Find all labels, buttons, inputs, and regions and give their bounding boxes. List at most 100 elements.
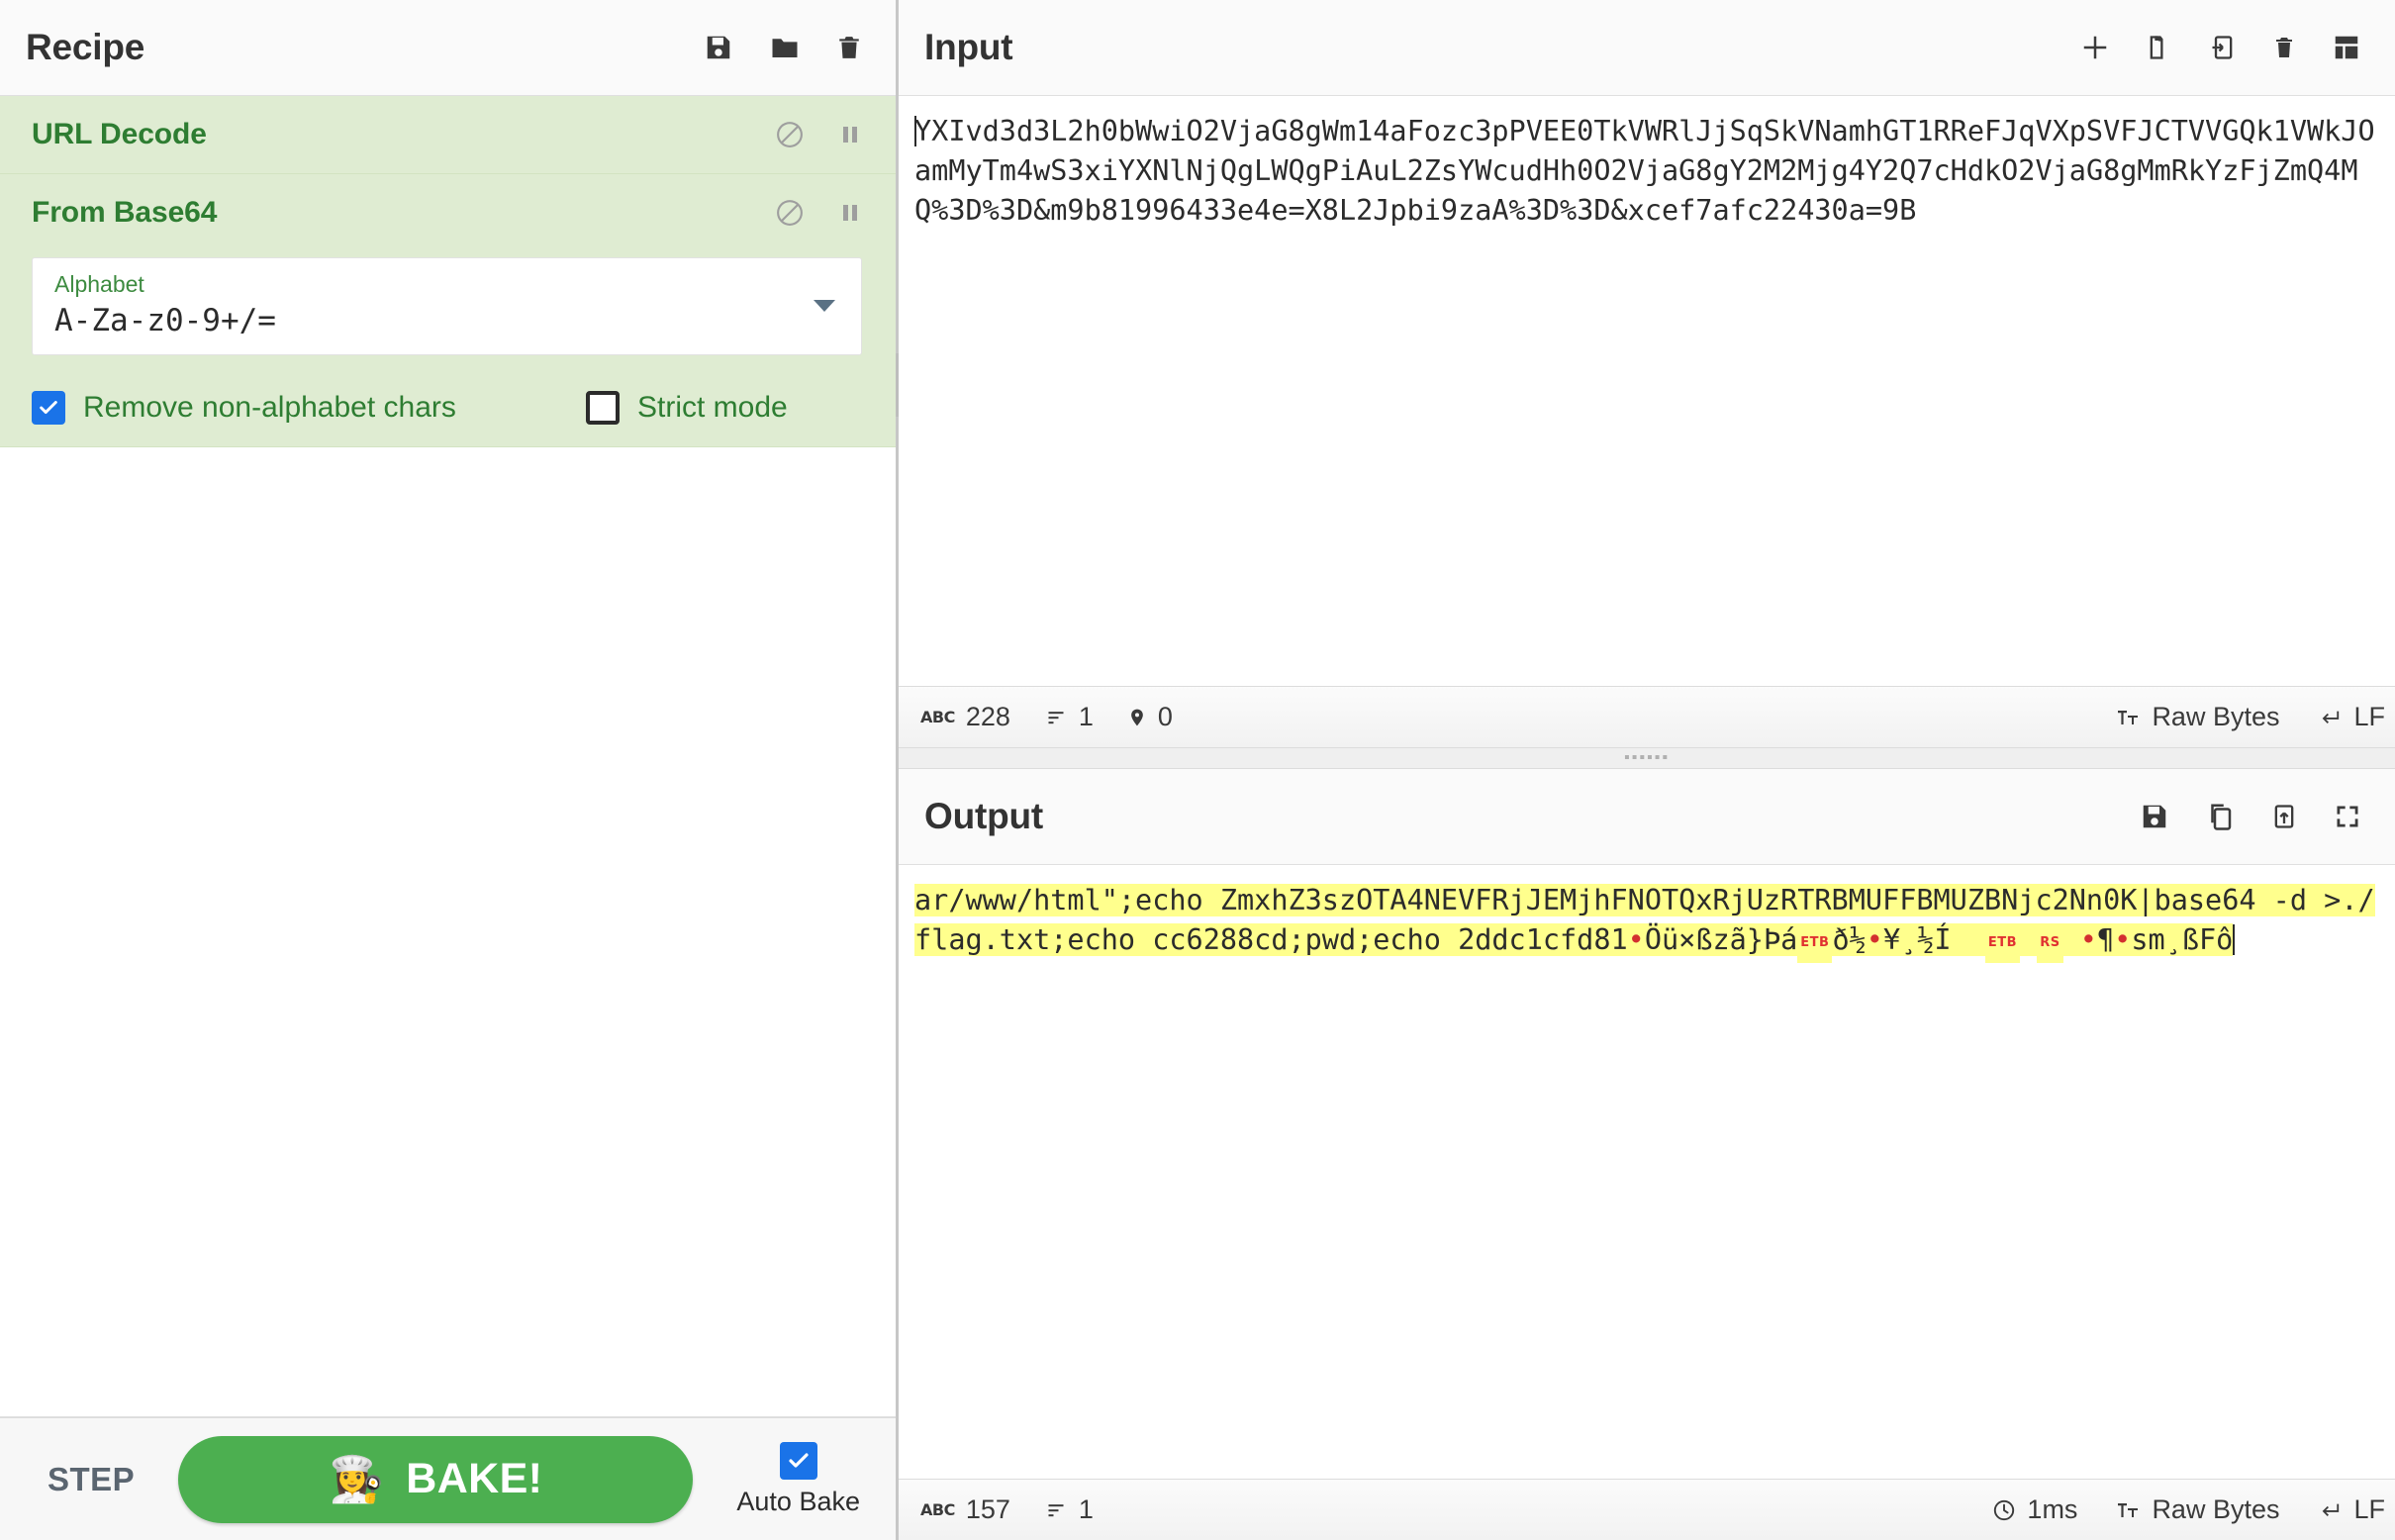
checkbox-unchecked-icon[interactable] — [586, 390, 620, 425]
cyberchef-app: Recipe URL Decode From Base64 Alphabet A… — [0, 0, 2395, 1540]
maximise-output-icon[interactable] — [2334, 803, 2361, 830]
output-line-ending[interactable]: LF — [2317, 1494, 2385, 1525]
step-button[interactable]: STEP — [48, 1461, 135, 1498]
output-bake-time: 1ms — [1992, 1494, 2077, 1525]
output-status-right: 1ms Raw Bytes LF — [1955, 1494, 2385, 1525]
remove-non-alphabet-chars-checkbox[interactable]: Remove non-alphabet chars — [32, 390, 586, 425]
output-text-line2c: ð½ — [1832, 923, 1867, 956]
recipe-operation-from-base64[interactable]: From Base64 Alphabet A-Za-z0-9+/= Remove… — [0, 174, 896, 447]
operation-controls — [775, 198, 862, 228]
input-line-ending-value: LF — [2353, 702, 2385, 731]
load-recipe-icon[interactable] — [769, 33, 801, 62]
input-character-count: ABC 228 — [920, 702, 1010, 732]
operation-arguments: Alphabet A-Za-z0-9+/= Remove non-alphabe… — [32, 257, 862, 425]
chevron-down-icon[interactable] — [814, 300, 835, 313]
line-count-icon — [1044, 1500, 1068, 1520]
bake-time-icon — [1992, 1498, 2016, 1522]
recipe-empty-area[interactable] — [0, 446, 896, 1417]
alphabet-label: Alphabet — [54, 271, 144, 297]
clear-recipe-icon[interactable] — [836, 33, 862, 62]
output-text-line1: ar/www/html";echo ZmxhZ3szOTA4NEVFRjJEMj… — [914, 884, 2342, 916]
text-cursor — [2233, 924, 2236, 955]
output-text-line2e: ¶ — [2096, 923, 2115, 956]
input-header: Input — [899, 0, 2395, 96]
checkbox-checked-icon[interactable] — [779, 1441, 817, 1480]
operation-header: From Base64 — [32, 196, 862, 230]
input-section: Input YXIvd3d3L2h0bWwiO2VjaG8gWm14aFozc3… — [896, 0, 2395, 769]
input-text-line3: &m9b81996433e4e=X8L2Jpbi9zaA%3D%3D&xcef7… — [1033, 194, 1917, 227]
input-position-value: 0 — [1157, 702, 1173, 731]
replace-input-icon[interactable] — [2270, 802, 2298, 831]
input-status-bar: ABC 228 1 0 Raw Bytes LF — [899, 686, 2395, 747]
output-lines-value: 1 — [1078, 1494, 1094, 1524]
disable-operation-icon[interactable] — [775, 198, 805, 228]
output-status-bar: ABC 157 1 1ms Raw Bytes LF — [899, 1479, 2395, 1540]
line-ending-icon — [2317, 1499, 2343, 1521]
input-status-right: Raw Bytes LF — [2077, 702, 2385, 732]
bake-controls-bar: STEP 👩‍🍳 BAKE! Auto Bake — [0, 1417, 896, 1540]
save-output-icon[interactable] — [2140, 802, 2169, 831]
input-textarea[interactable]: YXIvd3d3L2h0bWwiO2VjaG8gWm14aFozc3pPVEE0… — [899, 96, 2395, 686]
reset-pane-layout-icon[interactable] — [2332, 33, 2361, 62]
operation-controls — [775, 120, 862, 149]
alphabet-select[interactable]: Alphabet A-Za-z0-9+/= — [32, 257, 862, 355]
output-header-icons — [2140, 802, 2361, 831]
line-count-icon — [1044, 708, 1068, 727]
recipe-header: Recipe — [0, 0, 896, 96]
output-control-dot: • — [1627, 923, 1645, 956]
input-title: Input — [924, 27, 1013, 67]
strict-mode-checkbox[interactable]: Strict mode — [586, 390, 788, 425]
output-time-value: 1ms — [2027, 1494, 2078, 1524]
strict-mode-label: Strict mode — [637, 390, 788, 424]
character-count-icon: ABC — [920, 1500, 955, 1519]
recipe-title: Recipe — [26, 27, 145, 67]
line-ending-icon — [2317, 707, 2343, 728]
breakpoint-pause-icon[interactable] — [838, 198, 862, 228]
input-encoding-value: Raw Bytes — [2152, 702, 2280, 731]
recipe-header-icons — [704, 33, 862, 62]
character-encoding-icon — [2115, 706, 2141, 729]
alphabet-value: A-Za-z0-9+/= — [54, 302, 276, 338]
input-lines-value: 1 — [1078, 702, 1094, 731]
output-section: Output ar/www/html";echo ZmxhZ3szOTA4NEV… — [899, 769, 2395, 1540]
recipe-operation-list: URL Decode From Base64 Alphabet A-Za-z0-… — [0, 96, 896, 447]
breakpoint-pause-icon[interactable] — [838, 120, 862, 149]
operation-title: From Base64 — [32, 196, 218, 229]
clear-io-icon[interactable] — [2272, 33, 2296, 62]
auto-bake-toggle[interactable]: Auto Bake — [736, 1441, 860, 1517]
cursor-position-icon — [1127, 706, 1147, 729]
checkbox-checked-icon[interactable] — [32, 390, 65, 425]
output-text-line2d: ¥¸½Í — [1882, 923, 1952, 956]
add-input-tab-icon[interactable] — [2080, 33, 2110, 62]
input-line-count: 1 — [1044, 702, 1094, 732]
operation-header: URL Decode — [32, 118, 862, 151]
auto-bake-label: Auto Bake — [736, 1486, 860, 1516]
bake-button[interactable]: 👩‍🍳 BAKE! — [178, 1435, 694, 1523]
disable-operation-icon[interactable] — [775, 120, 805, 149]
input-cursor-position: 0 — [1127, 702, 1173, 732]
output-length-value: 157 — [965, 1494, 1010, 1524]
output-character-count: ABC 157 — [920, 1494, 1010, 1525]
chef-icon: 👩‍🍳 — [329, 1454, 385, 1504]
open-folder-icon[interactable] — [2146, 33, 2173, 62]
control-char-etb-icon: ETB — [1797, 923, 1833, 963]
output-text-line2b: Öü×ßzã}Þá — [1644, 923, 1798, 956]
copy-output-icon[interactable] — [2205, 802, 2235, 831]
character-encoding-icon — [2115, 1498, 2141, 1522]
output-encoding[interactable]: Raw Bytes — [2115, 1494, 2279, 1525]
control-char-etb-icon: ETB — [1984, 923, 2021, 963]
io-splitter[interactable]: ▪▪▪▪▪▪ — [899, 747, 2395, 769]
output-text-line2f: sm¸ßFô — [2131, 923, 2234, 956]
open-file-icon[interactable] — [2209, 33, 2237, 62]
save-recipe-icon[interactable] — [704, 33, 733, 62]
output-control-dot: • — [2114, 923, 2132, 956]
output-title: Output — [924, 796, 1044, 836]
output-textarea[interactable]: ar/www/html";echo ZmxhZ3szOTA4NEVFRjJEMj… — [899, 865, 2395, 1479]
control-char-rs-icon: RS — [2037, 923, 2063, 963]
input-length-value: 228 — [965, 702, 1010, 731]
io-pane: Input YXIvd3d3L2h0bWwiO2VjaG8gWm14aFozc3… — [896, 0, 2395, 1540]
recipe-operation-url-decode[interactable]: URL Decode — [0, 96, 896, 174]
input-header-icons — [2080, 33, 2361, 62]
input-encoding[interactable]: Raw Bytes — [2115, 702, 2279, 732]
input-line-ending[interactable]: LF — [2317, 702, 2385, 732]
